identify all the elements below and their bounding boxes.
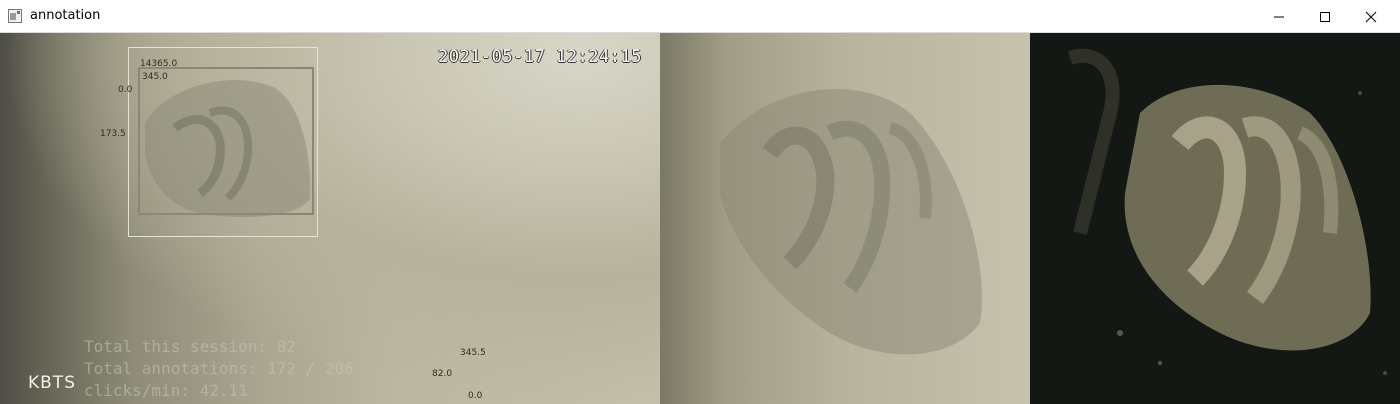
zoomed-specimen-image — [720, 89, 982, 355]
camera-view-panel[interactable]: 14365.0 345.0 0.0 173.5 2021-05-17 12:24… — [0, 33, 660, 404]
minimize-button[interactable] — [1256, 0, 1302, 33]
box-label-inner-top: 345.0 — [142, 72, 168, 82]
close-button[interactable] — [1348, 0, 1394, 33]
zoomed-crop-panel — [660, 33, 1030, 404]
annotation-canvas[interactable]: 14365.0 345.0 0.0 173.5 2021-05-17 12:24… — [0, 33, 1400, 404]
processed-specimen-image — [1067, 48, 1387, 375]
bottom-label-c: 0.0 — [468, 391, 483, 401]
app-icon — [8, 9, 22, 23]
close-icon — [1365, 11, 1377, 22]
window-titlebar: annotation — [0, 0, 1400, 33]
brand-logo: KBTS — [28, 373, 76, 393]
box-label-left-mid: 0.0 — [118, 85, 133, 95]
window-title: annotation — [30, 8, 101, 23]
box-label-outer-top: 14365.0 — [140, 59, 178, 69]
stat-rate: clicks/min: 42.11 — [84, 381, 248, 400]
maximize-button[interactable] — [1302, 0, 1348, 33]
bottom-label-b: 82.0 — [432, 369, 453, 379]
processed-view-panel — [1030, 33, 1400, 404]
stat-annotations: Total annotations: 172 / 206 — [84, 359, 354, 378]
timestamp: 2021-05-17 12:24:15 — [438, 47, 642, 67]
box-label-left-low: 173.5 — [100, 129, 126, 139]
bounding-box-inner[interactable] — [138, 67, 314, 215]
maximize-icon — [1320, 11, 1330, 22]
minimize-icon — [1274, 16, 1284, 17]
bottom-label-a: 345.5 — [460, 348, 486, 358]
stat-session: Total this session: 82 — [84, 337, 296, 356]
